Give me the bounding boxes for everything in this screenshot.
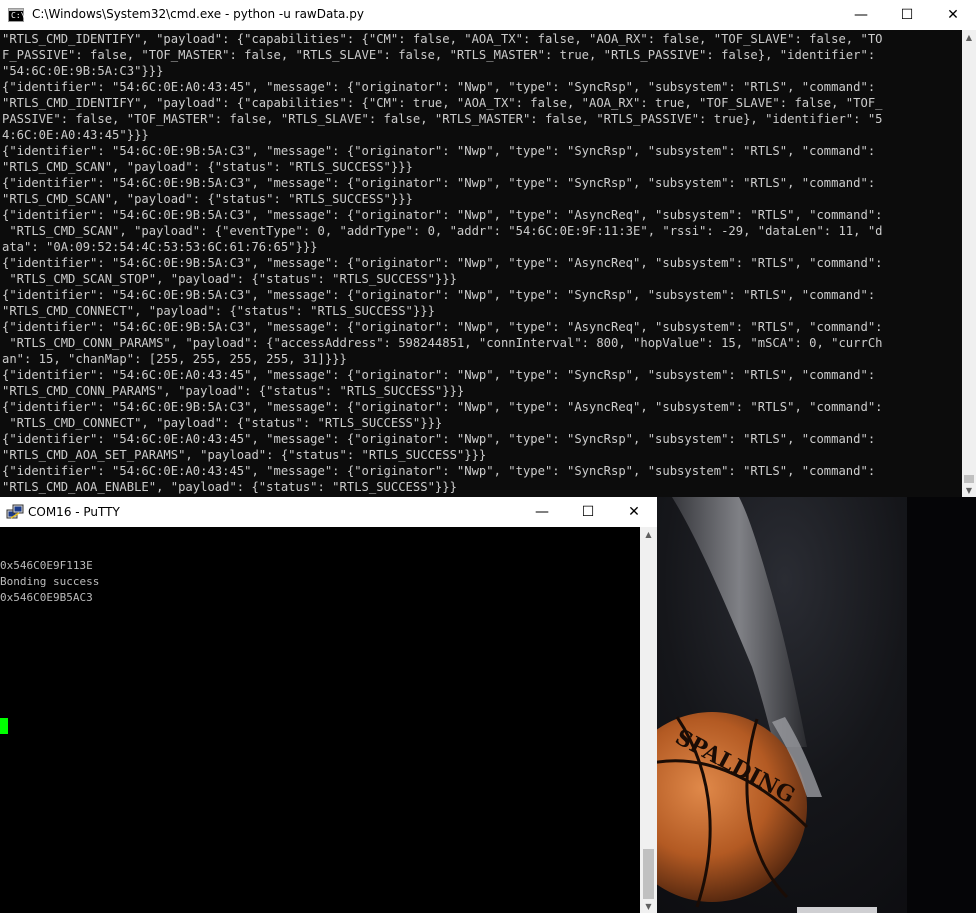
cmd-close-button[interactable]: ✕ (930, 0, 976, 30)
console-line: {"identifier": "54:6C:0E:A0:43:45", "mes… (2, 464, 876, 478)
cmd-minimize-button[interactable]: — (838, 0, 884, 30)
console-line: {"identifier": "54:6C:0E:9B:5A:C3", "mes… (2, 288, 876, 302)
console-line: 4:6C:0E:A0:43:45"}}} (2, 128, 149, 142)
console-line: "RTLS_CMD_CONNECT", "payload": {"status"… (2, 304, 435, 318)
console-line: {"identifier": "54:6C:0E:A0:43:45", "mes… (2, 432, 876, 446)
putty-window[interactable]: COM16 - PuTTY — ☐ ✕ 0x546C0E9F113E Bondin… (0, 497, 657, 913)
putty-scrollbar-thumb[interactable] (643, 849, 654, 899)
minimize-icon: — (854, 7, 868, 23)
console-line: "RTLS_CMD_SCAN", "payload": {"status": "… (2, 160, 413, 174)
terminal-cursor (0, 718, 8, 734)
console-line: {"identifier": "54:6C:0E:9B:5A:C3", "mes… (2, 176, 876, 190)
cmd-scrollbar-thumb[interactable] (964, 475, 974, 483)
console-line: "RTLS_CMD_CONN_PARAMS", "payload": {"sta… (2, 384, 465, 398)
cmd-maximize-button[interactable]: ☐ (884, 0, 930, 30)
wallpaper-basketball-image: SPALDING (657, 497, 976, 913)
terminal-line: 0x546C0E9F113E (0, 559, 93, 572)
console-line: PASSIVE": false, "TOF_MASTER": false, "R… (2, 112, 883, 126)
desktop-wallpaper: SPALDING (657, 497, 976, 913)
console-line: {"identifier": "54:6C:0E:A0:43:45", "mes… (2, 80, 876, 94)
console-line: "RTLS_CMD_IDENTIFY", "payload": {"capabi… (2, 32, 883, 46)
console-line: F_PASSIVE": false, "TOF_MASTER": false, … (2, 48, 876, 62)
cmd-window[interactable]: C:\ C:\Windows\System32\cmd.exe - python… (0, 0, 976, 497)
console-line: {"identifier": "54:6C:0E:A0:43:45", "mes… (2, 368, 876, 382)
console-line: {"identifier": "54:6C:0E:9B:5A:C3", "mes… (2, 208, 883, 222)
cmd-window-title: C:\Windows\System32\cmd.exe - python -u … (32, 7, 364, 21)
console-line: {"identifier": "54:6C:0E:9B:5A:C3", "mes… (2, 320, 883, 334)
putty-minimize-button[interactable]: — (519, 497, 565, 527)
console-line: "RTLS_CMD_CONNECT", "payload": {"status"… (2, 416, 443, 430)
putty-scrollbar[interactable]: ▲ ▼ (640, 527, 657, 913)
console-line: "RTLS_CMD_SCAN", "payload": {"status": "… (2, 192, 413, 206)
console-line: an": 15, "chanMap": [255, 255, 255, 255,… (2, 352, 347, 366)
console-line: "RTLS_CMD_AOA_ENABLE", "payload": {"stat… (2, 480, 457, 494)
putty-maximize-button[interactable]: ☐ (565, 497, 611, 527)
maximize-icon: ☐ (581, 504, 595, 520)
console-line: "RTLS_CMD_AOA_SET_PARAMS", "payload": {"… (2, 448, 487, 462)
minimize-icon: — (535, 504, 549, 520)
cmd-scrollbar[interactable]: ▲ ▼ (962, 30, 976, 497)
scroll-down-arrow-icon[interactable]: ▼ (962, 483, 976, 497)
scroll-up-arrow-icon[interactable]: ▲ (962, 30, 976, 44)
console-line: "RTLS_CMD_SCAN_STOP", "payload": {"statu… (2, 272, 457, 286)
console-line: {"identifier": "54:6C:0E:9B:5A:C3", "mes… (2, 400, 883, 414)
console-icon: C:\ (8, 8, 25, 22)
console-line: "54:6C:0E:9B:5A:C3"}}} (2, 64, 164, 78)
terminal-line: 0x546C0E9B5AC3 (0, 591, 93, 604)
close-icon: ✕ (947, 7, 959, 23)
cmd-titlebar[interactable]: C:\ C:\Windows\System32\cmd.exe - python… (0, 0, 976, 30)
putty-close-button[interactable]: ✕ (611, 497, 657, 527)
putty-icon (6, 504, 24, 519)
putty-titlebar[interactable]: COM16 - PuTTY — ☐ ✕ (0, 497, 657, 527)
console-line: "RTLS_CMD_IDENTIFY", "payload": {"capabi… (2, 96, 883, 110)
console-line: "RTLS_CMD_SCAN", "payload": {"eventType"… (2, 224, 883, 238)
console-line: {"identifier": "54:6C:0E:9B:5A:C3", "mes… (2, 144, 876, 158)
scroll-down-arrow-icon[interactable]: ▼ (640, 899, 657, 913)
terminal-line: Bonding success (0, 575, 100, 588)
console-line: ata": "0A:09:52:54:4C:53:53:6C:61:76:65"… (2, 240, 318, 254)
putty-window-title: COM16 - PuTTY (28, 505, 120, 519)
putty-terminal-output[interactable]: 0x546C0E9F113E Bonding success 0x546C0E9B5… (0, 527, 640, 913)
close-icon: ✕ (628, 504, 640, 520)
scroll-up-arrow-icon[interactable]: ▲ (640, 527, 657, 541)
console-line: "RTLS_CMD_CONN_PARAMS", "payload": {"acc… (2, 336, 883, 350)
maximize-icon: ☐ (900, 7, 914, 23)
console-line: {"identifier": "54:6C:0E:9B:5A:C3", "mes… (2, 256, 883, 270)
cmd-console-output[interactable]: "RTLS_CMD_IDENTIFY", "payload": {"capabi… (0, 30, 962, 497)
